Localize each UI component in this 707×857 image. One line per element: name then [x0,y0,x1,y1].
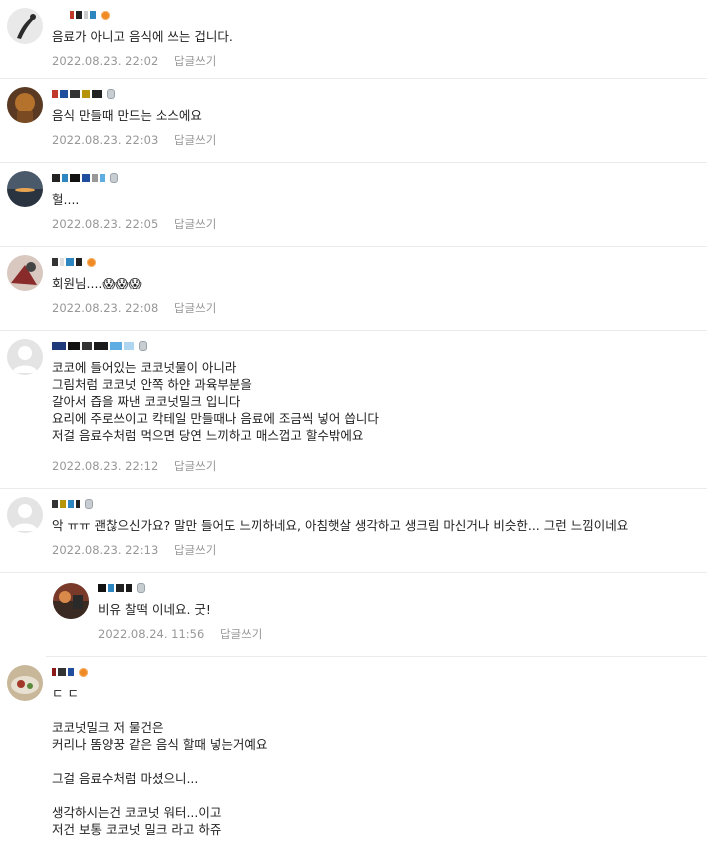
comment-item: 음식 만들때 만드는 소스에요 2022.08.23. 22:03 답글쓰기 [0,79,707,163]
avatar[interactable] [7,339,43,375]
comment-meta: 2022.08.23. 22:13 답글쓰기 [52,542,216,558]
nickname[interactable] [52,87,115,101]
comment-list: 음료가 아니고 음식에 쓰는 겁니다. 2022.08.23. 22:02 답글… [0,0,707,857]
level-badge-icon [87,257,96,267]
avatar[interactable] [53,583,89,619]
level-badge-icon [110,173,118,183]
reply-button[interactable]: 답글쓰기 [174,459,216,473]
comment-meta: 2022.08.23. 22:05 답글쓰기 [52,216,216,232]
avatar[interactable] [7,8,43,44]
comment-item: ㄷ ㄷ 코코넛밀크 저 물건은 커리나 똠양꿍 같은 음식 할때 넣는거예요 그… [0,657,707,857]
comment-item: 음료가 아니고 음식에 쓰는 겁니다. 2022.08.23. 22:02 답글… [0,0,707,79]
reply-button[interactable]: 답글쓰기 [174,133,216,147]
level-badge-icon [139,341,147,351]
comment-text: 음료가 아니고 음식에 쓰는 겁니다. [52,29,233,44]
level-badge-icon [137,583,145,593]
avatar[interactable] [7,497,43,533]
level-badge-icon [85,499,93,509]
reply-button[interactable]: 답글쓰기 [174,543,216,557]
comment-item: 코코에 들어있는 코코넛물이 아니라 그림처럼 코코넛 안쪽 하얀 과육부분을 … [0,331,707,489]
reply-button[interactable]: 답글쓰기 [174,54,216,68]
comment-text: 회원님....😱😱😱 [52,276,142,291]
comment-text: 헐.... [52,192,80,207]
comment-text: 악 ㅠㅠ 괜찮으신가요? 말만 들어도 느끼하네요, 아침햇살 생각하고 생크림… [52,518,629,533]
nickname[interactable] [52,171,118,185]
comment-meta: 2022.08.23. 22:02 답글쓰기 [52,53,216,69]
comment-text: ㄷ ㄷ 코코넛밀크 저 물건은 커리나 똠양꿍 같은 음식 할때 넣는거예요 그… [52,686,268,837]
comment-meta: 2022.08.23. 22:08 답글쓰기 [52,300,216,316]
level-badge-icon [79,667,88,677]
comment-text: 비유 찰떡 이네요. 굿! [98,602,211,617]
comment-meta: 2022.08.23. 22:12 답글쓰기 [52,458,216,474]
avatar[interactable] [7,665,43,701]
comment-text: 음식 만들때 만드는 소스에요 [52,108,202,123]
comment-date: 2022.08.23. 22:12 [52,459,159,473]
nickname[interactable] [52,255,96,269]
nickname[interactable] [98,581,145,595]
level-badge-icon [101,10,110,20]
comment-date: 2022.08.23. 22:05 [52,217,159,231]
comment-date: 2022.08.23. 22:08 [52,301,159,315]
comment-meta: 2022.08.24. 11:56 답글쓰기 [98,626,262,642]
reply-item: 비유 찰떡 이네요. 굿! 2022.08.24. 11:56 답글쓰기 [46,573,707,657]
comment-meta: 2022.08.23. 22:03 답글쓰기 [52,132,216,148]
avatar[interactable] [7,255,43,291]
nickname[interactable] [52,497,93,511]
comment-date: 2022.08.23. 22:13 [52,543,159,557]
comment-item: 악 ㅠㅠ 괜찮으신가요? 말만 들어도 느끼하네요, 아침햇살 생각하고 생크림… [0,489,707,573]
comment-date: 2022.08.23. 22:02 [52,54,159,68]
nickname[interactable] [52,8,110,22]
reply-button[interactable]: 답글쓰기 [174,301,216,315]
nickname[interactable] [52,339,147,353]
comment-item: 회원님....😱😱😱 2022.08.23. 22:08 답글쓰기 [0,247,707,331]
avatar[interactable] [7,171,43,207]
comment-date: 2022.08.23. 22:03 [52,133,159,147]
level-badge-icon [107,89,115,99]
reply-button[interactable]: 답글쓰기 [174,217,216,231]
comment-date: 2022.08.24. 11:56 [98,627,205,641]
nickname[interactable] [52,665,88,679]
reply-button[interactable]: 답글쓰기 [220,627,262,641]
avatar[interactable] [7,87,43,123]
comment-text: 코코에 들어있는 코코넛물이 아니라 그림처럼 코코넛 안쪽 하얀 과육부분을 … [52,360,379,443]
comment-item: 헐.... 2022.08.23. 22:05 답글쓰기 [0,163,707,247]
